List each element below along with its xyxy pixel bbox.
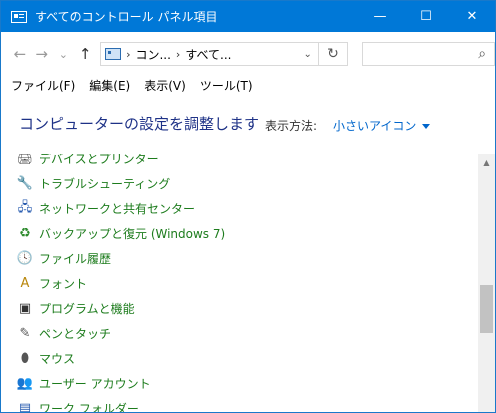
view-by-label: 表示方法: [265,119,318,133]
programs-icon: ▣ [18,301,32,316]
address-dropdown-icon[interactable]: ⌄ [298,49,318,60]
menu-bar: ファイル(F) 編集(E) 表示(V) ツール(T) [1,76,495,94]
control-panel-item-label[interactable]: ペンとタッチ [39,325,111,342]
work-folders-icon: ▤ [18,401,32,412]
control-panel-item-label[interactable]: デバイスとプリンター [39,154,159,167]
window-title: すべてのコントロール パネル項目 [35,10,218,24]
control-panel-item-label[interactable]: フォント [39,275,87,292]
title-bar[interactable]: すべてのコントロール パネル項目 — ☐ ✕ [1,1,495,32]
chevron-down-icon[interactable] [422,124,431,129]
forward-button[interactable]: → [31,42,53,66]
control-panel-item-label[interactable]: プログラムと機能 [39,300,135,317]
breadcrumb-separator: › [126,47,131,61]
scrollbar-thumb[interactable] [480,285,493,333]
control-panel-item[interactable]: ⬮ マウス [17,346,225,371]
control-panel-item[interactable]: A フォント [17,271,225,296]
refresh-button[interactable]: ↻ [318,42,349,66]
control-panel-item[interactable]: ▤ ワーク フォルダー [17,396,225,412]
recent-locations-button[interactable]: ⌄ [53,42,75,66]
control-panel-items-list: 🖨 デバイスとプリンター 🔧 トラブルシューティング 🖧 ネットワークと共有センター ♻ バッ… [17,154,225,412]
search-icon[interactable]: ⌕ [478,46,486,62]
control-panel-item[interactable]: ♻ バックアップと復元 (Windows 7) [17,221,225,246]
control-panel-item-label[interactable]: ネットワークと共有センター [39,200,195,217]
up-button[interactable]: ↑ [74,42,96,66]
menu-edit[interactable]: 編集(E) [89,77,130,94]
breadcrumb-separator: › [175,47,181,61]
minimize-button[interactable]: — [357,1,403,32]
control-panel-item[interactable]: ✎ ペンとタッチ [17,321,225,346]
control-panel-item-label[interactable]: マウス [39,350,75,367]
control-panel-item-label[interactable]: トラブルシューティング [39,175,170,192]
breadcrumb-all-items[interactable]: すべて... [185,46,231,63]
control-panel-item-label[interactable]: ユーザー アカウント [39,375,151,392]
user-accounts-icon: 👥 [16,376,34,391]
view-by-dropdown[interactable]: 小さいアイコン [333,117,431,134]
mouse-icon: ⬮ [20,351,30,366]
network-icon: 🖧 [17,199,33,215]
view-by-value[interactable]: 小さいアイコン [333,119,416,133]
pen-icon: ✎ [19,326,31,341]
control-panel-item[interactable]: 🖧 ネットワークと共有センター [17,196,225,221]
control-panel-item[interactable]: 🕓 ファイル履歴 [17,246,225,271]
control-panel-item[interactable]: 👥 ユーザー アカウント [17,371,225,396]
search-input[interactable] [374,46,479,62]
back-button[interactable]: ← [9,42,31,66]
font-icon: A [20,276,30,291]
menu-tools[interactable]: ツール(T) [200,77,253,94]
control-panel-item[interactable]: 🔧 トラブルシューティング [17,171,225,196]
breadcrumb-control-panel[interactable]: コン... [135,46,170,63]
control-panel-window: すべてのコントロール パネル項目 — ☐ ✕ ← → ⌄ ↑ › コン... ›… [0,0,496,413]
page-header: コンピューターの設定を調整します 表示方法: 小さいアイコン [1,94,495,154]
printer-icon: 🖨 [16,154,34,166]
backup-icon: ♻ [19,226,31,241]
control-panel-item[interactable]: ▣ プログラムと機能 [17,296,225,321]
address-bar[interactable]: › コン... › すべて... ⌄ [100,42,319,66]
control-panel-item[interactable]: 🖨 デバイスとプリンター [17,154,225,171]
control-panel-item-label[interactable]: ファイル履歴 [39,250,111,267]
vertical-scrollbar[interactable]: ▲ [478,154,495,412]
page-title: コンピューターの設定を調整します [19,115,260,133]
search-box[interactable]: ⌕ [362,42,495,66]
control-panel-location-icon [105,48,122,60]
control-panel-item-label[interactable]: ワーク フォルダー [39,400,139,412]
items-pane: 🖨 デバイスとプリンター 🔧 トラブルシューティング 🖧 ネットワークと共有センター ♻ バッ… [1,154,477,412]
menu-file[interactable]: ファイル(F) [11,77,75,94]
troubleshoot-icon: 🔧 [16,176,34,191]
close-button[interactable]: ✕ [449,1,495,32]
menu-view[interactable]: 表示(V) [144,77,186,94]
scroll-up-arrow-icon[interactable]: ▲ [478,154,495,171]
control-panel-item-label[interactable]: バックアップと復元 (Windows 7) [39,225,225,242]
control-panel-app-icon [11,10,27,23]
navigation-bar: ← → ⌄ ↑ › コン... › すべて... ⌄ ↻ ⌕ [1,32,495,76]
maximize-button[interactable]: ☐ [403,1,449,32]
file-history-icon: 🕓 [16,251,34,266]
